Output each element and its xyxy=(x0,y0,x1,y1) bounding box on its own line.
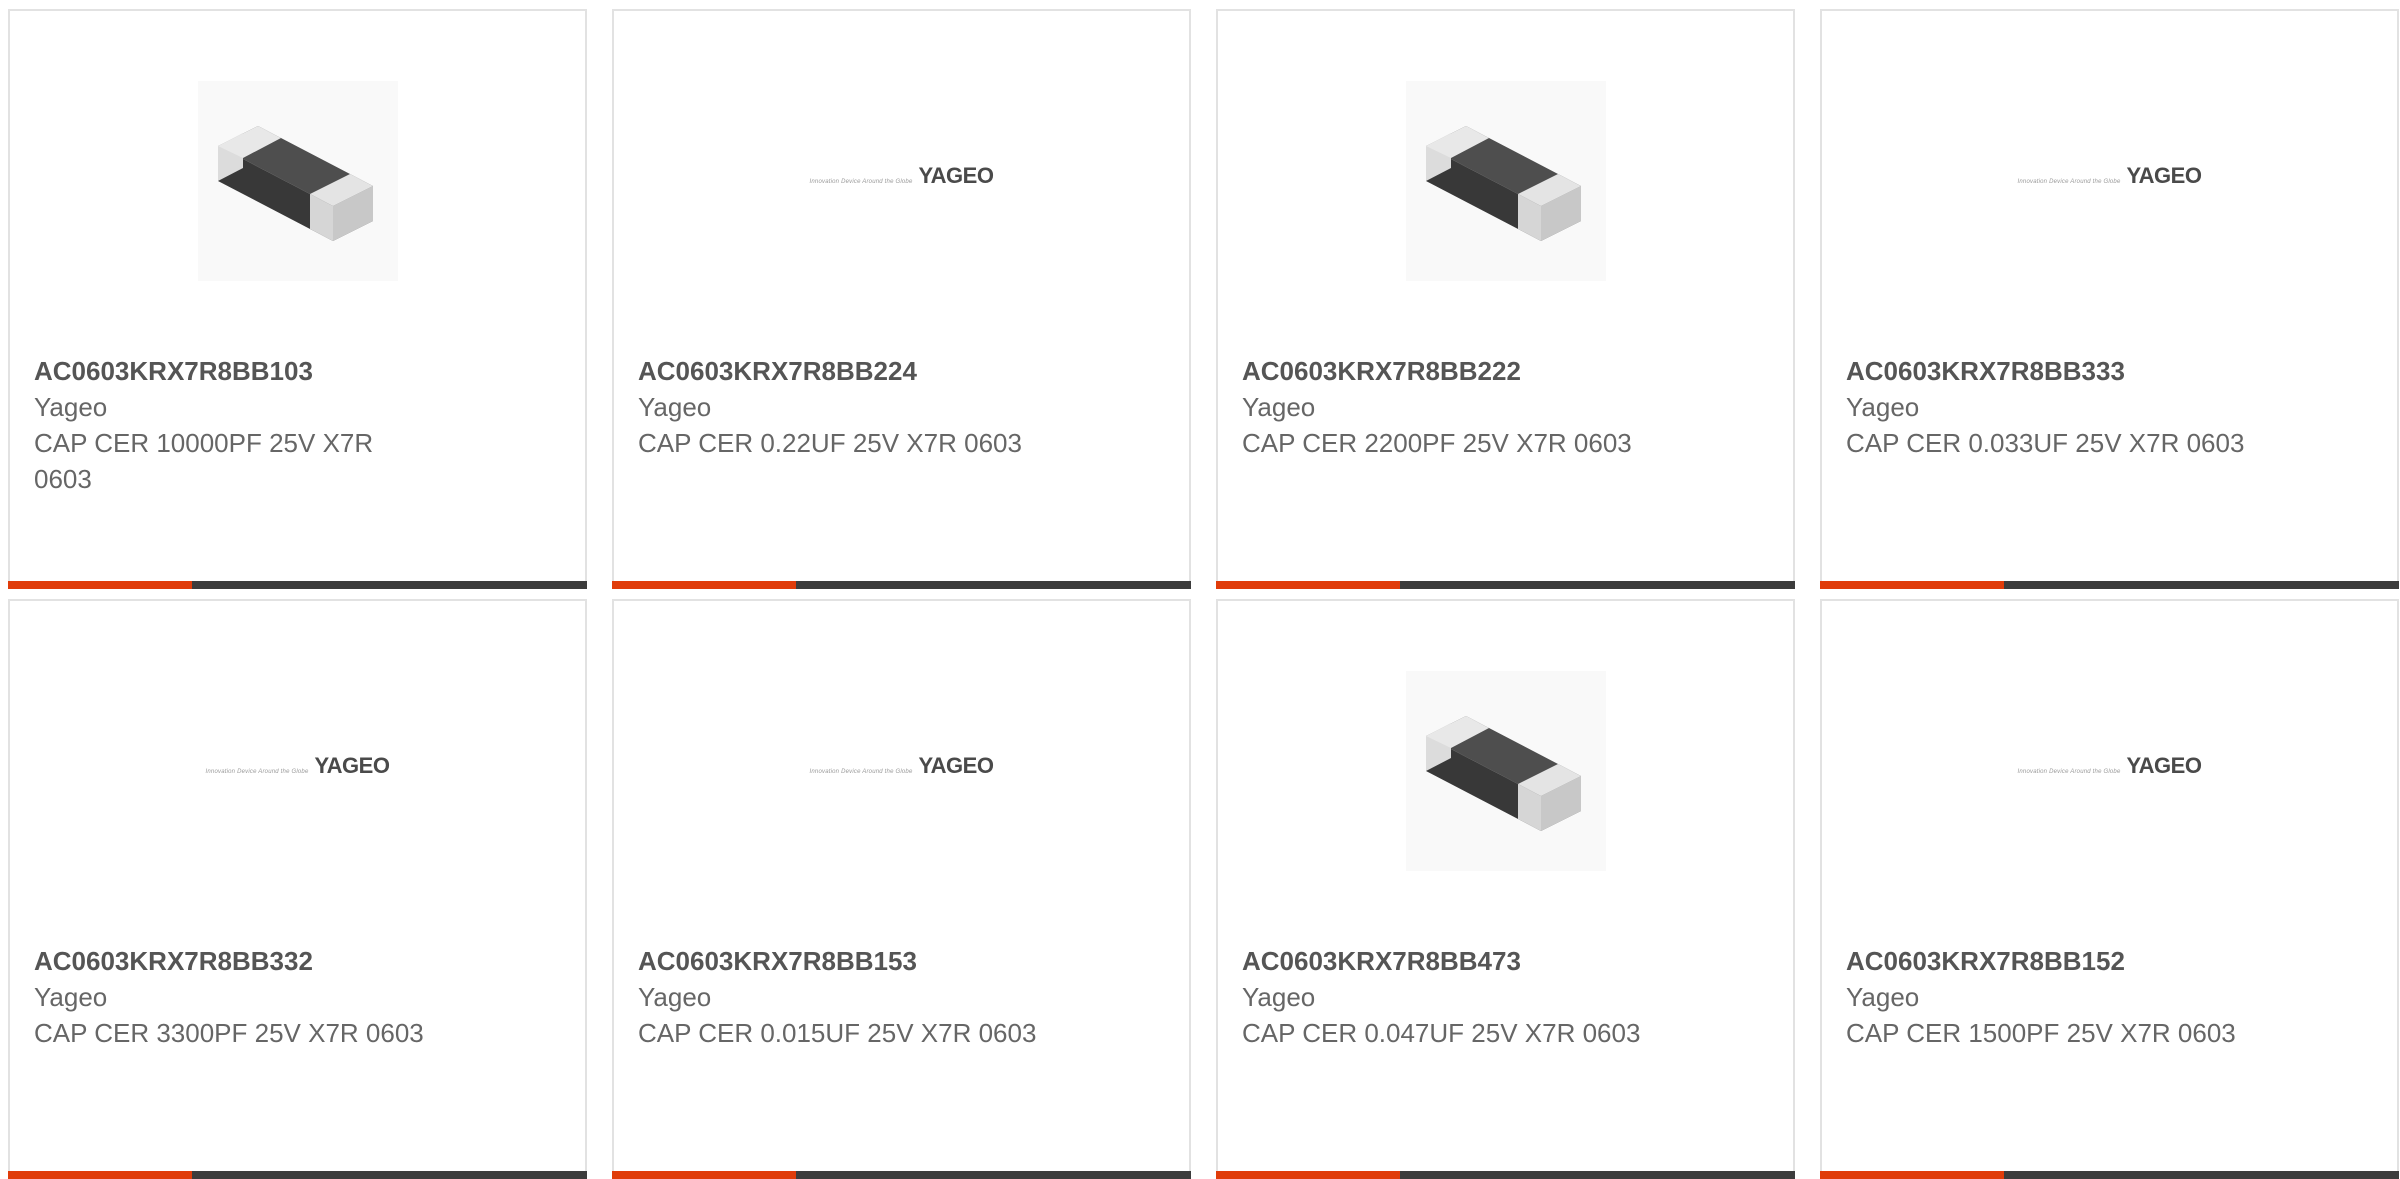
accent-segment xyxy=(1216,581,1400,589)
product-image[interactable]: Innovation Device Around the Globe YAGEO xyxy=(614,671,1189,871)
product-description: CAP CER 0.22UF 25V X7R 0603 xyxy=(638,428,1022,458)
product-card[interactable]: Innovation Device Around the Globe YAGEO A… xyxy=(1820,599,2399,1179)
accent-segment xyxy=(612,1171,796,1179)
logo-wordmark: YAGEO xyxy=(918,163,994,188)
card-footer-bar xyxy=(1820,581,2399,589)
product-description: CAP CER 1500PF 25V X7R 0603 xyxy=(1846,1018,2236,1048)
product-info: AC0603KRX7R8BB224 Yageo CAP CER 0.22UF 25V… xyxy=(638,353,1038,461)
product-info: AC0603KRX7R8BB333 Yageo CAP CER 0.033UF 25… xyxy=(1846,353,2246,461)
logo-tagline: Innovation Device Around the Globe xyxy=(205,769,309,775)
product-description: CAP CER 0.047UF 25V X7R 0603 xyxy=(1242,1018,1641,1048)
product-info: AC0603KRX7R8BB152 Yageo CAP CER 1500PF 25V… xyxy=(1846,943,2246,1051)
dark-segment xyxy=(1400,581,1795,589)
part-number[interactable]: AC0603KRX7R8BB152 xyxy=(1846,943,2246,979)
yageo-logo-icon: Innovation Device Around the Globe YAGEO xyxy=(2018,163,2202,189)
product-card[interactable]: Innovation Device Around the Globe YAGEO A… xyxy=(612,599,1191,1179)
chip-capacitor-icon xyxy=(197,81,398,281)
product-image[interactable] xyxy=(1218,671,1793,871)
accent-segment xyxy=(1216,1171,1400,1179)
card-footer-bar xyxy=(8,1171,587,1179)
chip-capacitor-icon xyxy=(1405,81,1606,281)
accent-segment xyxy=(8,1171,192,1179)
yageo-logo-icon: Innovation Device Around the Globe YAGEO xyxy=(810,753,994,779)
dark-segment xyxy=(192,1171,587,1179)
manufacturer: Yageo xyxy=(1846,392,1920,422)
product-image[interactable]: Innovation Device Around the Globe YAGEO xyxy=(1822,81,2397,281)
card-footer-bar xyxy=(1820,1171,2399,1179)
part-number[interactable]: AC0603KRX7R8BB222 xyxy=(1242,353,1642,389)
product-info: AC0603KRX7R8BB222 Yageo CAP CER 2200PF 25V… xyxy=(1242,353,1642,461)
dark-segment xyxy=(192,581,587,589)
part-number[interactable]: AC0603KRX7R8BB333 xyxy=(1846,353,2246,389)
card-footer-bar xyxy=(1216,1171,1795,1179)
part-number[interactable]: AC0603KRX7R8BB473 xyxy=(1242,943,1642,979)
dark-segment xyxy=(796,1171,1191,1179)
product-info: AC0603KRX7R8BB153 Yageo CAP CER 0.015UF 25… xyxy=(638,943,1038,1051)
logo-tagline: Innovation Device Around the Globe xyxy=(809,769,913,775)
product-card[interactable]: AC0603KRX7R8BB103 Yageo CAP CER 10000PF 25… xyxy=(8,9,587,589)
logo-tagline: Innovation Device Around the Globe xyxy=(809,179,913,185)
product-description: CAP CER 0.033UF 25V X7R 0603 xyxy=(1846,428,2245,458)
dark-segment xyxy=(2004,581,2399,589)
yageo-logo-icon: Innovation Device Around the Globe YAGEO xyxy=(2018,753,2202,779)
card-footer-bar xyxy=(612,581,1191,589)
card-footer-bar xyxy=(1216,581,1795,589)
product-description: CAP CER 2200PF 25V X7R 0603 xyxy=(1242,428,1632,458)
chip-capacitor-icon xyxy=(1405,671,1606,871)
product-description: CAP CER 0.015UF 25V X7R 0603 xyxy=(638,1018,1037,1048)
product-card[interactable]: AC0603KRX7R8BB473 Yageo CAP CER 0.047UF 25… xyxy=(1216,599,1795,1179)
product-description: CAP CER 10000PF 25V X7R 0603 xyxy=(34,428,374,494)
yageo-logo-icon: Innovation Device Around the Globe YAGEO xyxy=(810,163,994,189)
product-info: AC0603KRX7R8BB332 Yageo CAP CER 3300PF 25V… xyxy=(34,943,434,1051)
card-footer-bar xyxy=(8,581,587,589)
part-number[interactable]: AC0603KRX7R8BB153 xyxy=(638,943,1038,979)
logo-wordmark: YAGEO xyxy=(314,753,390,778)
product-image[interactable]: Innovation Device Around the Globe YAGEO xyxy=(10,671,585,871)
dark-segment xyxy=(796,581,1191,589)
manufacturer: Yageo xyxy=(1242,392,1316,422)
product-info: AC0603KRX7R8BB473 Yageo CAP CER 0.047UF 25… xyxy=(1242,943,1642,1051)
accent-segment xyxy=(8,581,192,589)
part-number[interactable]: AC0603KRX7R8BB103 xyxy=(34,353,434,389)
logo-wordmark: YAGEO xyxy=(918,753,994,778)
dark-segment xyxy=(1400,1171,1795,1179)
accent-segment xyxy=(1820,1171,2004,1179)
manufacturer: Yageo xyxy=(34,392,108,422)
manufacturer: Yageo xyxy=(1846,982,1920,1012)
product-image[interactable] xyxy=(10,81,585,281)
logo-tagline: Innovation Device Around the Globe xyxy=(2017,769,2121,775)
manufacturer: Yageo xyxy=(34,982,108,1012)
logo-wordmark: YAGEO xyxy=(2126,163,2202,188)
product-image[interactable] xyxy=(1218,81,1793,281)
product-grid: AC0603KRX7R8BB103 Yageo CAP CER 10000PF 25… xyxy=(8,9,2399,1179)
product-card[interactable]: Innovation Device Around the Globe YAGEO A… xyxy=(1820,9,2399,589)
logo-wordmark: YAGEO xyxy=(2126,753,2202,778)
dark-segment xyxy=(2004,1171,2399,1179)
part-number[interactable]: AC0603KRX7R8BB224 xyxy=(638,353,1038,389)
product-image[interactable]: Innovation Device Around the Globe YAGEO xyxy=(614,81,1189,281)
part-number[interactable]: AC0603KRX7R8BB332 xyxy=(34,943,434,979)
logo-tagline: Innovation Device Around the Globe xyxy=(2017,179,2121,185)
accent-segment xyxy=(612,581,796,589)
manufacturer: Yageo xyxy=(1242,982,1316,1012)
accent-segment xyxy=(1820,581,2004,589)
product-info: AC0603KRX7R8BB103 Yageo CAP CER 10000PF 25… xyxy=(34,353,434,497)
manufacturer: Yageo xyxy=(638,392,712,422)
product-card[interactable]: AC0603KRX7R8BB222 Yageo CAP CER 2200PF 25V… xyxy=(1216,9,1795,589)
product-description: CAP CER 3300PF 25V X7R 0603 xyxy=(34,1018,424,1048)
product-image[interactable]: Innovation Device Around the Globe YAGEO xyxy=(1822,671,2397,871)
yageo-logo-icon: Innovation Device Around the Globe YAGEO xyxy=(206,753,390,779)
product-card[interactable]: Innovation Device Around the Globe YAGEO A… xyxy=(612,9,1191,589)
manufacturer: Yageo xyxy=(638,982,712,1012)
product-card[interactable]: Innovation Device Around the Globe YAGEO A… xyxy=(8,599,587,1179)
card-footer-bar xyxy=(612,1171,1191,1179)
